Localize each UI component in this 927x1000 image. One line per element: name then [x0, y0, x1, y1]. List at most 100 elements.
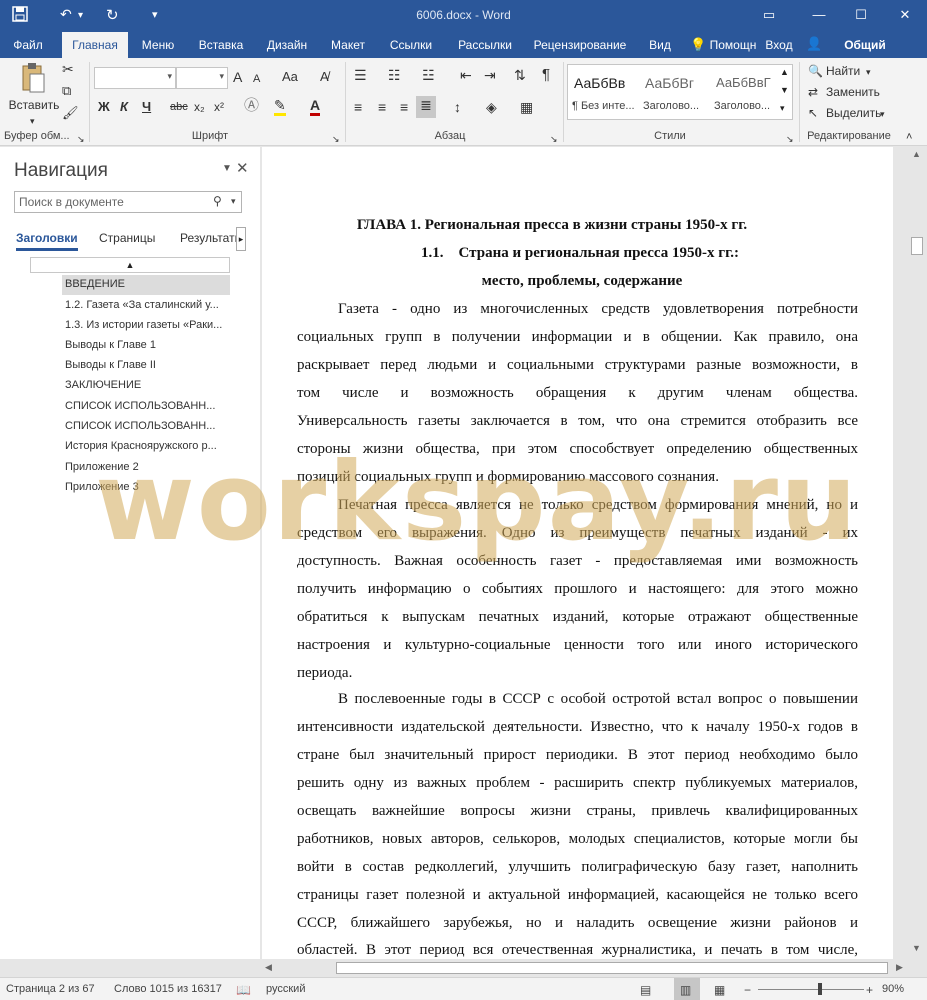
nav-heading-item[interactable]: Выводы к Главе II	[65, 359, 235, 371]
styles-launcher-icon[interactable]: ↘	[786, 130, 794, 148]
paste-dropdown-icon[interactable]: ▾	[30, 112, 35, 130]
zoom-out-icon[interactable]: −	[744, 983, 751, 997]
change-case-button[interactable]: Aa	[282, 68, 298, 86]
find-button[interactable]: Найти	[826, 62, 860, 80]
close-icon[interactable]: ✕	[236, 159, 249, 177]
styles-scroll-up-icon[interactable]: ▲	[780, 67, 789, 77]
align-center-icon[interactable]: ≡	[378, 98, 386, 116]
replace-icon[interactable]: ⇄	[808, 83, 818, 101]
format-painter-icon[interactable]: 🖌	[62, 104, 79, 122]
find-icon[interactable]: 🔍	[808, 62, 823, 80]
zoom-slider-track[interactable]	[758, 989, 864, 990]
borders-icon[interactable]: ▦	[520, 98, 533, 116]
web-layout-icon[interactable]: ▦	[714, 983, 725, 997]
bold-button[interactable]: Ж	[98, 98, 110, 116]
replace-button[interactable]: Заменить	[826, 83, 880, 101]
scroll-up-icon[interactable]: ▲	[912, 149, 921, 159]
scroll-down-icon[interactable]: ▼	[912, 943, 921, 953]
maximize-icon[interactable]: ☐	[848, 4, 874, 26]
zoom-slider-thumb[interactable]	[818, 983, 822, 995]
tab-references[interactable]: Ссылки	[382, 32, 440, 58]
tab-design[interactable]: Дизайн	[258, 32, 316, 58]
select-icon[interactable]: ↖	[808, 104, 818, 122]
share-button[interactable]: Общий доступ	[822, 32, 908, 78]
chevron-right-icon[interactable]: ▸	[236, 227, 246, 251]
styles-more-icon[interactable]: ▾	[780, 103, 785, 114]
nav-heading-item[interactable]: Выводы к Главе 1	[65, 339, 235, 351]
select-button[interactable]: Выделить	[826, 104, 881, 122]
minimize-icon[interactable]: —	[806, 4, 832, 26]
page-counter[interactable]: Страница 2 из 67	[6, 983, 95, 995]
styles-scroll-down-icon[interactable]: ▼	[780, 85, 789, 95]
collapse-ribbon-icon[interactable]: ˄	[906, 128, 912, 146]
superscript-button[interactable]: x²	[214, 98, 224, 116]
highlight-icon[interactable]: ✎	[274, 97, 286, 116]
nav-heading-item[interactable]: 1.3. Из истории газеты «Раки...	[65, 319, 235, 331]
decrease-indent-icon[interactable]: ⇤	[460, 66, 472, 84]
scroll-up-icon[interactable]: ▲	[30, 257, 230, 273]
numbering-icon[interactable]: ☷	[388, 66, 401, 84]
style-heading-1[interactable]: АаБбВг Заголово...	[639, 65, 709, 119]
language-indicator[interactable]: русский	[266, 983, 305, 995]
tab-mailings[interactable]: Рассылки	[450, 32, 520, 58]
ribbon-display-icon[interactable]: ▭	[756, 4, 782, 26]
copy-icon[interactable]: ⧉	[62, 82, 71, 100]
tab-pages[interactable]: Страницы	[99, 231, 155, 245]
nav-heading-item[interactable]: ЗАКЛЮЧЕНИЕ	[65, 379, 235, 391]
tab-file[interactable]: Файл	[4, 32, 52, 58]
sign-in-link[interactable]: Вход	[762, 32, 796, 58]
select-dropdown-icon[interactable]: ▾	[880, 105, 885, 123]
show-marks-icon[interactable]: ¶	[542, 66, 550, 84]
nav-heading-item[interactable]: ВВЕДЕНИЕ	[65, 278, 235, 290]
zoom-level[interactable]: 90%	[882, 983, 904, 995]
paragraph-launcher-icon[interactable]: ↘	[550, 130, 558, 148]
search-icon[interactable]: ⚲	[213, 194, 222, 208]
text-effects-icon[interactable]: Ⓐ	[244, 97, 259, 115]
print-layout-icon[interactable]: ▥	[680, 983, 691, 997]
read-mode-icon[interactable]: ▤	[640, 983, 651, 997]
find-dropdown-icon[interactable]: ▾	[866, 63, 871, 81]
tab-results[interactable]: Результаты	[180, 231, 236, 245]
tab-headings[interactable]: Заголовки	[16, 231, 78, 251]
scroll-left-icon[interactable]: ◀	[265, 962, 272, 973]
subscript-button[interactable]: x₂	[194, 98, 205, 116]
justify-icon[interactable]: ≣	[416, 96, 436, 118]
strikethrough-button[interactable]: abc	[170, 98, 188, 116]
tab-insert[interactable]: Вставка	[192, 32, 250, 58]
nav-heading-item[interactable]: СПИСОК ИСПОЛЬЗОВАНН...	[65, 400, 235, 412]
line-spacing-icon[interactable]: ↕	[454, 98, 461, 116]
horizontal-scrollbar[interactable]: ◀ ▶	[260, 959, 907, 977]
paste-icon[interactable]	[20, 62, 46, 94]
tab-view[interactable]: Вид	[642, 32, 678, 58]
chevron-down-icon[interactable]: ▾	[231, 196, 236, 207]
style-no-spacing[interactable]: АаБбВв ¶ Без инте...	[568, 65, 638, 119]
align-left-icon[interactable]: ≡	[354, 98, 362, 116]
search-input[interactable]: Поиск в документе ⚲ ▾	[14, 191, 242, 213]
style-heading-2[interactable]: АаБбВвГ Заголово...	[710, 65, 780, 119]
clipboard-launcher-icon[interactable]: ↘	[77, 130, 85, 148]
increase-indent-icon[interactable]: ⇥	[484, 66, 496, 84]
shading-icon[interactable]: ◈	[486, 98, 497, 116]
nav-heading-item[interactable]: СПИСОК ИСПОЛЬЗОВАНН...	[65, 420, 235, 432]
font-name-combo[interactable]: ▾	[94, 67, 176, 89]
tab-layout[interactable]: Макет	[324, 32, 372, 58]
tab-home[interactable]: Главная	[62, 32, 128, 58]
zoom-in-icon[interactable]: +	[866, 983, 873, 997]
tab-review[interactable]: Рецензирование	[528, 32, 632, 58]
grow-font-button[interactable]: A	[233, 68, 242, 86]
multilevel-list-icon[interactable]: ☳	[422, 66, 435, 84]
nav-options-icon[interactable]: ▼	[222, 163, 232, 174]
sort-icon[interactable]: ⇅	[514, 66, 526, 84]
close-icon[interactable]: ✕	[892, 4, 918, 26]
font-size-combo[interactable]: ▾	[176, 67, 228, 89]
tab-help[interactable]: Помощн	[706, 32, 760, 58]
shrink-font-button[interactable]: A	[253, 70, 260, 88]
underline-button[interactable]: Ч	[142, 98, 151, 116]
bullets-icon[interactable]: ☰	[354, 66, 367, 84]
word-counter[interactable]: Слово 1015 из 16317	[114, 983, 222, 995]
nav-heading-item[interactable]: 1.2. Газета «За сталинский у...	[65, 299, 235, 311]
cut-icon[interactable]: ✂	[62, 60, 74, 78]
scroll-thumb[interactable]	[911, 237, 923, 255]
clear-formatting-icon[interactable]: A̸	[320, 68, 329, 86]
proofing-icon[interactable]: 📖	[236, 983, 251, 997]
